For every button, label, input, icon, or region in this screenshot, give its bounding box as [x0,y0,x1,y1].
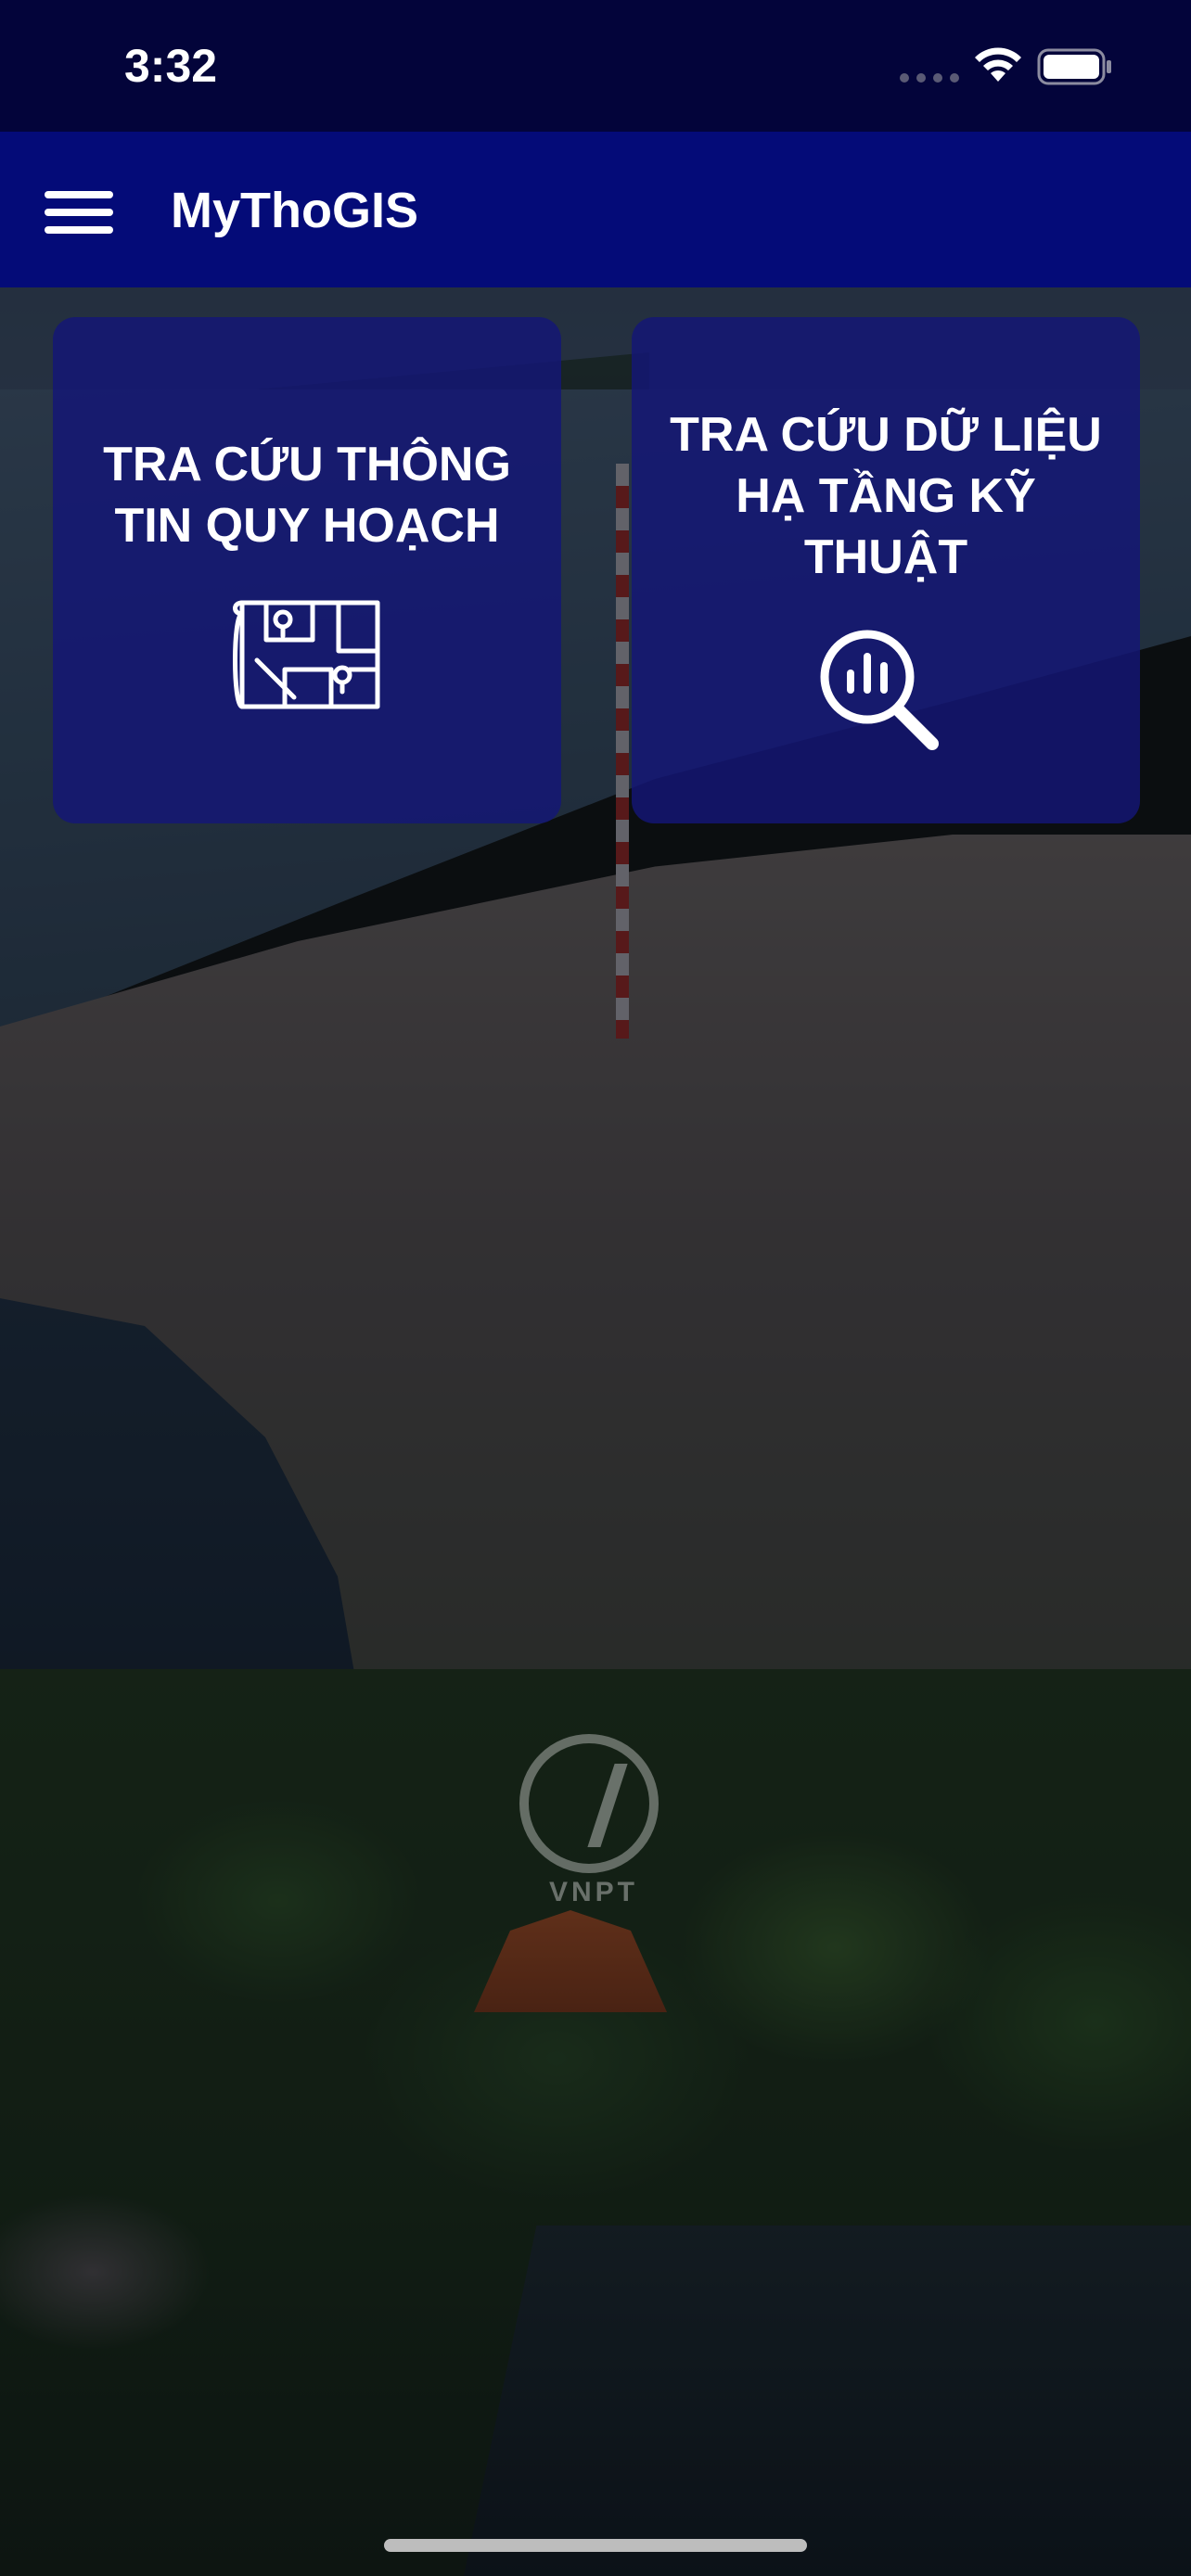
cellular-signal-icon [900,73,959,83]
planning-info-card-title: TRA CỨU THÔNG TIN QUY HOẠCH [103,438,511,553]
battery-icon [1037,48,1111,85]
infrastructure-data-card-title: TRA CỨU DỮ LIỆU HẠ TẦNG KỸ THUẬT [670,408,1102,584]
search-chart-icon [820,630,939,750]
watermark-text: VNPT [548,1877,638,1907]
wifi-icon [975,47,1021,82]
hamburger-menu-icon[interactable] [45,191,113,234]
status-bar: 3:32 [0,0,1191,132]
planning-info-card[interactable]: TRA CỨU THÔNG TIN QUY HOẠCH [53,317,561,823]
vnpt-logo-icon [519,1734,659,1873]
status-time: 3:32 [124,40,218,92]
vnpt-watermark-logo: VNPT [519,1734,668,1910]
infrastructure-data-card[interactable]: TRA CỨU DỮ LIỆU HẠ TẦNG KỸ THUẬT [632,317,1140,823]
app-title: MyThoGIS [171,183,418,238]
home-indicator[interactable] [384,2539,807,2552]
map-pin-icon [233,600,380,709]
